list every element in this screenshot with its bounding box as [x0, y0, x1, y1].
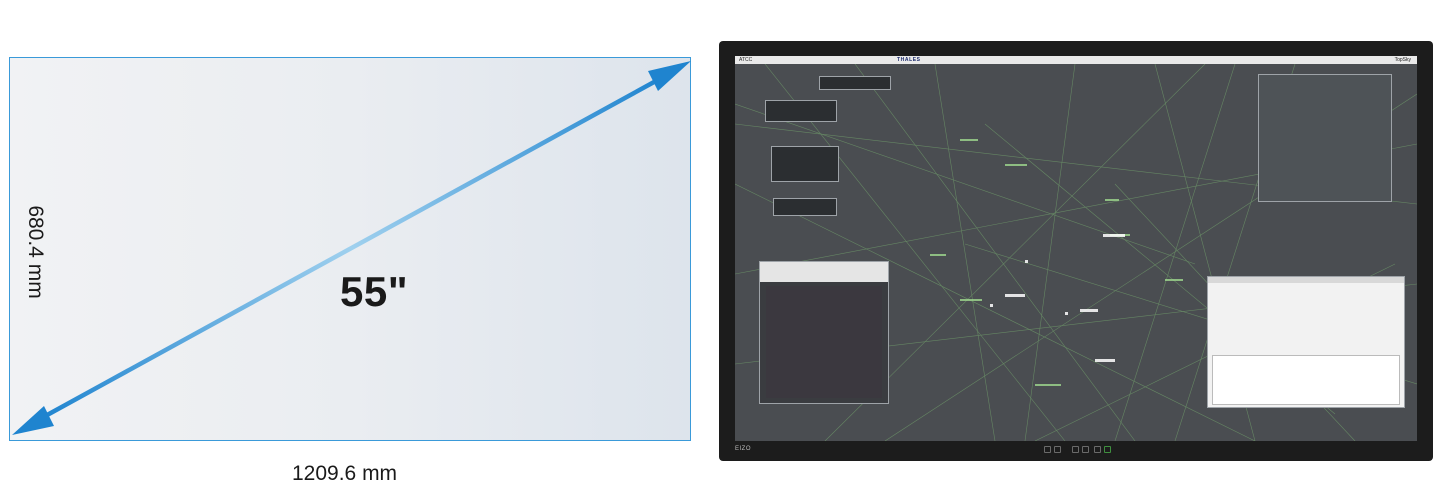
arrow-head-bottom-left [12, 406, 54, 435]
radar-minimap-panel [1258, 74, 1392, 202]
power-button[interactable] [1104, 446, 1111, 453]
strip-bay-panel [759, 261, 889, 404]
diagonal-arrow [12, 61, 691, 435]
width-dimension-label: 1209.6 mm [292, 462, 398, 485]
screen-size-diagram: 55" 1209.6 mm [9, 57, 691, 485]
bezel-button[interactable] [1082, 446, 1089, 453]
arrow-head-top-right [648, 61, 691, 91]
thales-logo: THALES [897, 57, 921, 63]
toolbar-app-name: ATCC [739, 57, 753, 63]
atc-radar-screen: ATCC THALES TopSky [735, 56, 1417, 441]
monitor: ATCC THALES TopSky EIZO [719, 41, 1433, 461]
flight-list-panel-2 [771, 146, 839, 182]
info-panel-top [819, 76, 891, 90]
toolbar-user: TopSky [1394, 57, 1411, 63]
bezel-button[interactable] [1072, 446, 1079, 453]
bezel-button[interactable] [1044, 446, 1051, 453]
bezel-button[interactable] [1054, 446, 1061, 453]
bezel-button[interactable] [1094, 446, 1101, 453]
app-toolbar: ATCC THALES TopSky [735, 56, 1417, 64]
diagonal-size-label: 55" [340, 268, 409, 315]
flight-list-panel-1 [765, 100, 837, 122]
flight-list-panel-3 [773, 198, 837, 216]
configuration-panel [1207, 276, 1405, 408]
eizo-logo: EIZO [735, 446, 752, 452]
height-dimension-label: 680.4 mm [24, 205, 47, 299]
